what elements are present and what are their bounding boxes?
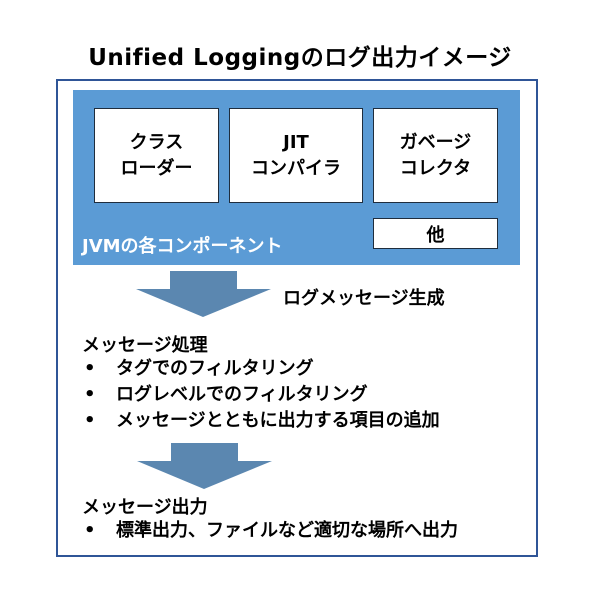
component-label-line1: ガベージ [399,131,472,153]
list-item-text: メッセージとともに出力する項目の追加 [116,410,440,431]
processing-list: • タグでのフィルタリング • ログレベルでのフィルタリング • メッセージとと… [84,356,440,434]
list-item-text: 標準出力、ファイルなど適切な場所へ出力 [116,520,458,541]
component-other: 他 [373,218,498,249]
processing-heading: メッセージ処理 [82,335,208,356]
bullet: • [84,410,96,431]
bullet: • [84,358,96,379]
output-list: • 標準出力、ファイルなど適切な場所へ出力 [84,518,458,544]
list-item: • メッセージとともに出力する項目の追加 [84,408,440,434]
component-class-loader: クラス ローダー [94,108,219,203]
jvm-panel-label: JVMの各コンポーネント [82,236,283,257]
log-generation-label: ログメッセージ生成 [283,288,445,309]
list-item: • 標準出力、ファイルなど適切な場所へ出力 [84,518,458,544]
component-jit-compiler: JIT コンパイラ [229,108,363,203]
component-label-line2: コレクタ [399,157,472,179]
diagram-title: Unified Loggingのログ出力イメージ [88,45,512,71]
component-label-line2: ローダー [120,157,193,179]
list-item: • タグでのフィルタリング [84,356,440,382]
component-garbage-collector: ガベージ コレクタ [373,108,498,203]
component-label-line1: JIT [283,131,309,153]
down-arrow-icon [137,443,272,489]
bullet: • [84,384,96,405]
component-label-line1: クラス [129,131,184,153]
list-item: • ログレベルでのフィルタリング [84,382,440,408]
bullet: • [84,520,96,541]
output-heading: メッセージ出力 [82,497,208,518]
list-item-text: ログレベルでのフィルタリング [116,384,368,405]
list-item-text: タグでのフィルタリング [116,358,314,379]
down-arrow-icon [136,271,271,317]
component-label-line2: コンパイラ [251,157,341,179]
